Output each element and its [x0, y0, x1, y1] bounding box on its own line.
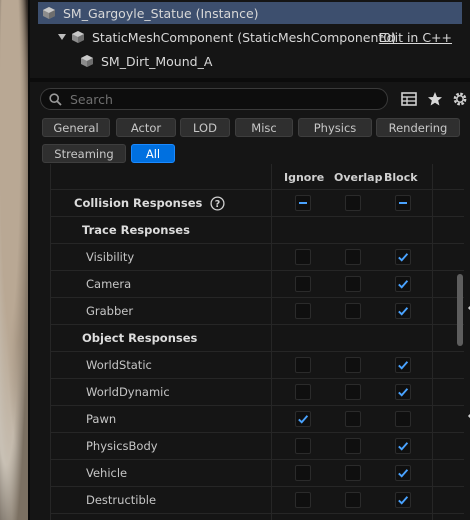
search-field[interactable]	[40, 88, 388, 110]
block-checkbox[interactable]	[395, 357, 411, 373]
viewport-edge	[0, 0, 30, 520]
filter-tabs: General Actor LOD Misc Physics Rendering…	[42, 118, 470, 166]
response-label: WorldDynamic	[86, 385, 170, 399]
scrollbar-thumb[interactable]	[457, 274, 463, 346]
ignore-checkbox[interactable]	[295, 303, 311, 319]
grid-header-row: Ignore Overlap Block	[50, 164, 464, 190]
overlap-checkbox[interactable]	[345, 411, 361, 427]
block-checkbox[interactable]	[395, 384, 411, 400]
column-header-overlap: Overlap	[334, 170, 383, 184]
block-checkbox[interactable]	[395, 276, 411, 292]
response-row: Grabber	[50, 298, 470, 325]
block-checkbox[interactable]	[395, 303, 411, 319]
tree-child-label: SM_Dirt_Mound_A	[101, 53, 213, 69]
overlap-checkbox[interactable]	[345, 438, 361, 454]
trace-responses-label: Trace Responses	[82, 223, 190, 237]
tab-all[interactable]: All	[131, 144, 175, 163]
overlap-checkbox[interactable]	[345, 465, 361, 481]
svg-text:?: ?	[215, 199, 221, 210]
response-row: PhysicsBody	[50, 433, 464, 460]
response-label: Vehicle	[86, 466, 128, 480]
reset-to-default-icon[interactable]	[466, 304, 470, 318]
table-view-icon[interactable]	[400, 90, 418, 108]
collision-responses-row: Collision Responses ?	[50, 190, 464, 217]
tree-item-child[interactable]: SM_Dirt_Mound_A	[38, 50, 462, 72]
cube-icon	[43, 7, 55, 19]
response-row: Pawn	[50, 406, 470, 433]
tree-item-component[interactable]: StaticMeshComponent (StaticMeshComponent…	[38, 26, 462, 48]
tab-actor[interactable]: Actor	[116, 118, 176, 137]
cube-icon	[81, 55, 93, 67]
block-checkbox[interactable]	[395, 411, 411, 427]
response-label: PhysicsBody	[86, 439, 158, 453]
response-label: Grabber	[86, 304, 134, 318]
collision-responses-grid: Ignore Overlap Block Collision Responses…	[50, 164, 470, 520]
divider	[30, 78, 470, 82]
ignore-checkbox[interactable]	[295, 384, 311, 400]
overlap-checkbox[interactable]	[345, 357, 361, 373]
overlap-all-checkbox[interactable]	[345, 195, 361, 211]
block-checkbox[interactable]	[395, 438, 411, 454]
cube-icon	[72, 31, 84, 43]
response-row: Visibility	[50, 244, 464, 271]
column-header-block: Block	[384, 170, 418, 184]
collision-responses-text: Collision Responses	[74, 196, 203, 210]
tab-lod[interactable]: LOD	[180, 118, 230, 137]
tab-streaming[interactable]: Streaming	[42, 144, 126, 163]
ignore-checkbox[interactable]	[295, 357, 311, 373]
block-checkbox[interactable]	[395, 492, 411, 508]
response-row: Vehicle	[50, 460, 464, 487]
response-row: Destructible	[50, 487, 464, 514]
block-checkbox[interactable]	[395, 249, 411, 265]
response-label: Destructible	[86, 493, 157, 507]
ignore-checkbox[interactable]	[295, 249, 311, 265]
favorite-star-icon[interactable]	[426, 90, 444, 108]
overlap-checkbox[interactable]	[345, 303, 361, 319]
overlap-checkbox[interactable]	[345, 249, 361, 265]
ignore-checkbox[interactable]	[295, 492, 311, 508]
tab-rendering[interactable]: Rendering	[376, 118, 460, 137]
collision-responses-label: Collision Responses ?	[74, 190, 225, 216]
tree-item-actor[interactable]: SM_Gargoyle_Statue (Instance)	[38, 2, 462, 24]
search-input[interactable]	[70, 91, 370, 107]
tab-misc[interactable]: Misc	[235, 118, 293, 137]
settings-gear-icon[interactable]	[451, 90, 469, 108]
ignore-checkbox[interactable]	[295, 276, 311, 292]
overlap-checkbox[interactable]	[345, 384, 361, 400]
response-row: Camera	[50, 271, 464, 298]
help-icon[interactable]: ?	[210, 195, 225, 211]
object-responses-label: Object Responses	[82, 331, 198, 345]
object-responses-row: Object Responses	[50, 325, 464, 352]
response-row: WorldStatic	[50, 352, 464, 379]
trace-responses-row: Trace Responses	[50, 217, 464, 244]
reset-to-default-icon[interactable]	[466, 412, 470, 426]
ignore-checkbox[interactable]	[295, 411, 311, 427]
tab-general[interactable]: General	[42, 118, 110, 137]
response-row: WorldDynamic	[50, 379, 464, 406]
block-all-checkbox[interactable]	[395, 195, 411, 211]
overlap-checkbox[interactable]	[345, 276, 361, 292]
component-tree: SM_Gargoyle_Statue (Instance) StaticMesh…	[38, 0, 462, 72]
overlap-checkbox[interactable]	[345, 492, 361, 508]
tab-physics[interactable]: Physics	[298, 118, 372, 137]
edit-in-cpp-link[interactable]: Edit in C++	[379, 30, 452, 45]
response-label: Pawn	[86, 412, 117, 426]
ignore-all-checkbox[interactable]	[295, 195, 311, 211]
tree-component-label: StaticMeshComponent (StaticMeshComponent…	[92, 29, 397, 45]
ignore-checkbox[interactable]	[295, 438, 311, 454]
search-icon	[49, 92, 62, 106]
response-label: Visibility	[86, 250, 135, 264]
column-header-ignore: Ignore	[284, 170, 325, 184]
chevron-down-icon[interactable]	[58, 34, 66, 40]
block-checkbox[interactable]	[395, 465, 411, 481]
response-label: WorldStatic	[86, 358, 152, 372]
response-label: Camera	[86, 277, 132, 291]
ignore-checkbox[interactable]	[295, 465, 311, 481]
details-panel: SM_Gargoyle_Statue (Instance) StaticMesh…	[30, 0, 470, 520]
tree-actor-label: SM_Gargoyle_Statue (Instance)	[63, 5, 259, 21]
